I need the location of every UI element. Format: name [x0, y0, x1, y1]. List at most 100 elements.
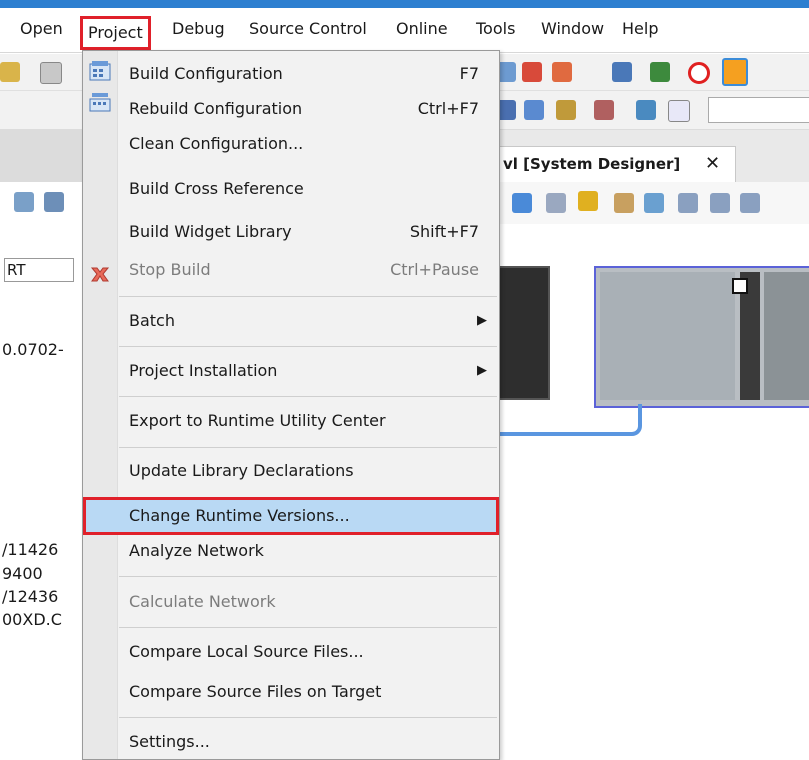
menu-item-analyze-network[interactable]: Analyze Network — [119, 536, 497, 566]
left-text-line2: 9400 — [2, 564, 43, 583]
lock-icon[interactable] — [578, 191, 598, 211]
menu-tools[interactable]: Tools — [476, 14, 515, 44]
stop-build-icon — [90, 267, 110, 282]
build-config-icon — [89, 61, 111, 81]
left-text-line1: /11426 — [2, 540, 59, 559]
menu-separator — [119, 447, 497, 448]
designer-icon-b[interactable] — [546, 193, 566, 213]
left-panel — [0, 130, 82, 758]
left-panel-header — [0, 130, 82, 182]
window-title-strip — [0, 0, 809, 8]
menu-debug[interactable]: Debug — [172, 14, 225, 44]
power-icon[interactable] — [688, 62, 710, 84]
menu-separator — [119, 346, 497, 347]
align-right-icon[interactable] — [710, 193, 730, 213]
tab-system-designer[interactable]: vl [System Designer] ✕ — [498, 146, 736, 183]
menu-item-project-installation[interactable]: Project Installation ▶ — [119, 356, 497, 386]
designer-icon-d[interactable] — [644, 193, 664, 213]
menu-separator — [119, 576, 497, 577]
search-icon[interactable] — [612, 62, 632, 82]
menu-item-label: Update Library Declarations — [129, 461, 354, 480]
tab-label: vl [System Designer] — [503, 155, 681, 173]
menu-item-clean-configuration[interactable]: Clean Configuration... — [119, 129, 497, 159]
menu-item-label: Clean Configuration... — [129, 134, 304, 153]
left-text-line4: 00XD.C — [2, 610, 62, 629]
menu-item-build-cross-reference[interactable]: Build Cross Reference — [119, 174, 497, 204]
menu-separator — [119, 627, 497, 628]
menu-item-label: Compare Local Source Files... — [129, 642, 364, 661]
menu-item-shortcut: F7 — [459, 64, 479, 83]
menu-item-shortcut: Ctrl+F7 — [417, 99, 479, 118]
highlight-outline — [83, 497, 499, 535]
menu-item-label: Build Configuration — [129, 64, 283, 83]
project-menu-dropdown: Build Configuration F7 Rebuild Configura… — [82, 50, 500, 760]
menu-item-label: Build Cross Reference — [129, 179, 304, 198]
left-text-line3: /12436 — [2, 587, 59, 606]
menu-online[interactable]: Online — [396, 14, 448, 44]
menu-item-calculate-network: Calculate Network — [119, 587, 497, 617]
menu-bar: Open Project Debug Source Control Online… — [0, 8, 809, 53]
menu-item-label: Compare Source Files on Target — [129, 682, 382, 701]
menu-item-stop-build: Stop Build Ctrl+Pause — [119, 255, 497, 285]
network-icon[interactable] — [524, 100, 544, 120]
designer-icon-c[interactable] — [614, 193, 634, 213]
panel-device[interactable] — [498, 266, 550, 400]
menu-separator — [119, 396, 497, 397]
menu-item-label: Rebuild Configuration — [129, 99, 303, 118]
left-panel-icon-a[interactable] — [14, 192, 34, 212]
menu-item-export-runtime-utility-center[interactable]: Export to Runtime Utility Center — [119, 406, 497, 436]
runtime-field[interactable]: RT — [4, 258, 74, 282]
menu-separator — [119, 717, 497, 718]
distribute-icon[interactable] — [740, 193, 760, 213]
menu-item-build-widget-library[interactable]: Build Widget Library Shift+F7 — [119, 217, 497, 247]
debug-icon[interactable] — [594, 100, 614, 120]
menu-item-label: Project Installation — [129, 361, 278, 380]
menu-item-label: Settings... — [129, 732, 210, 751]
network-connection-line — [498, 404, 642, 436]
menu-item-label: Export to Runtime Utility Center — [129, 411, 386, 430]
open-icon[interactable] — [0, 62, 20, 82]
left-text-version: 0.0702- — [2, 340, 64, 359]
menu-source-control[interactable]: Source Control — [249, 14, 367, 44]
menu-item-batch[interactable]: Batch ▶ — [119, 306, 497, 336]
submenu-arrow-icon: ▶ — [477, 313, 487, 328]
menu-item-build-configuration[interactable]: Build Configuration F7 — [119, 59, 497, 89]
export-icon[interactable] — [552, 62, 572, 82]
delete-icon[interactable] — [522, 62, 542, 82]
toolbar-icon-c[interactable] — [636, 100, 656, 120]
menu-item-label: Batch — [129, 311, 175, 330]
menu-item-update-library-declarations[interactable]: Update Library Declarations — [119, 456, 497, 486]
fb-icon[interactable] — [668, 100, 690, 122]
transfer-icon[interactable] — [650, 62, 670, 82]
selection-handle[interactable] — [732, 278, 748, 294]
menu-window[interactable]: Window — [541, 14, 604, 44]
plc-io-modules — [764, 272, 809, 400]
document-icon[interactable] — [40, 62, 62, 84]
traffic-light-icon[interactable] — [722, 58, 748, 86]
menu-item-label: Build Widget Library — [129, 222, 292, 241]
menu-icon-gutter — [83, 51, 118, 759]
menu-project[interactable]: Project — [80, 16, 151, 50]
menu-open[interactable]: Open — [20, 14, 63, 44]
designer-icon-a[interactable] — [512, 193, 532, 213]
menu-item-label: Analyze Network — [129, 541, 264, 560]
menu-item-compare-source-files-target[interactable]: Compare Source Files on Target — [119, 677, 497, 707]
designer-toolbar — [498, 182, 809, 225]
edit-icon[interactable] — [44, 192, 64, 212]
menu-item-rebuild-configuration[interactable]: Rebuild Configuration Ctrl+F7 — [119, 94, 497, 124]
menu-item-label: Calculate Network — [129, 592, 276, 611]
rebuild-config-icon — [89, 93, 111, 112]
menu-separator — [119, 296, 497, 297]
menu-item-shortcut: Ctrl+Pause — [390, 260, 479, 279]
plc-device[interactable] — [594, 266, 809, 408]
align-left-icon[interactable] — [678, 193, 698, 213]
menu-item-label: Stop Build — [129, 260, 211, 279]
menu-item-settings[interactable]: Settings... — [119, 727, 497, 757]
menu-item-compare-local-source-files[interactable]: Compare Local Source Files... — [119, 637, 497, 667]
plc-cpu-module — [600, 272, 735, 400]
close-icon[interactable]: ✕ — [705, 147, 720, 181]
submenu-arrow-icon: ▶ — [477, 363, 487, 378]
toolbar-combobox[interactable] — [708, 97, 809, 123]
menu-help[interactable]: Help — [622, 14, 658, 44]
code-c-icon[interactable] — [556, 100, 576, 120]
